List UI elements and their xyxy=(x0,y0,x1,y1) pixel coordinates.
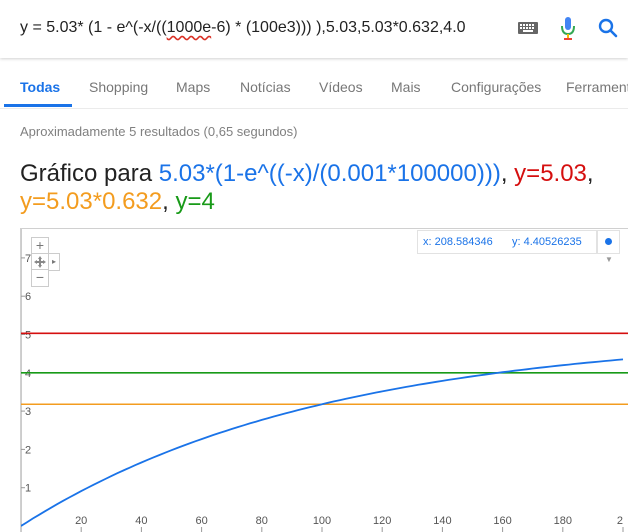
x-tick-label: 180 xyxy=(554,515,572,527)
function-plot[interactable]: 123456720 40 60 80 100 120 140 160 180 2 xyxy=(21,229,628,532)
y-tick-label: 5 xyxy=(25,330,31,342)
y-tick-label: 3 xyxy=(25,406,31,418)
query-misspelled-word: 1000e xyxy=(166,19,212,36)
graph-title-prefix: Gráfico para xyxy=(20,160,159,187)
tab-configuracoes[interactable]: Configurações xyxy=(451,79,541,95)
graph-panel[interactable]: 1 2 3 4 5 6 7 20 40 60 80 100 120 140 160 180 2 + ▸ − x:… xyxy=(20,228,628,532)
result-stats: Aproximadamente 5 resultados (0,65 segun… xyxy=(20,124,298,139)
search-bar: y = 5.03* (1 - e^(-x/((1000e-6) * (100e3… xyxy=(0,0,628,58)
tab-todas[interactable]: Todas xyxy=(20,79,60,95)
separator: , xyxy=(586,160,594,187)
tab-noticias[interactable]: Notícias xyxy=(240,79,291,95)
x-tick-label: 100 xyxy=(313,515,331,527)
y-tick-label: 2 xyxy=(25,444,31,456)
pan-more-button[interactable]: ▸ xyxy=(48,253,60,271)
chevron-down-icon[interactable]: ▼ xyxy=(605,255,613,264)
tab-mais[interactable]: Mais xyxy=(391,79,421,95)
separator: , xyxy=(162,188,176,215)
search-input[interactable]: y = 5.03* (1 - e^(-x/((1000e-6) * (100e3… xyxy=(20,19,466,37)
function-label-1[interactable]: 5.03*(1-e^((-x)/(0.001*100000))) xyxy=(159,160,501,187)
function-label-3[interactable]: y=5.03*0.632 xyxy=(20,188,162,215)
query-text-start: y = 5.03* (1 - e^(-x/(( xyxy=(20,19,167,36)
y-tick-label: 4 xyxy=(25,368,31,380)
x-readout: x: 208.584346 xyxy=(423,236,493,248)
x-tick-label: 80 xyxy=(256,515,268,527)
y-readout: y: 4.40526235 xyxy=(512,236,582,248)
tab-videos[interactable]: Vídeos xyxy=(319,79,363,95)
x-tick-label: 20 xyxy=(75,515,87,527)
y-tick-label: 1 xyxy=(25,483,31,495)
x-tick-label: 40 xyxy=(135,515,147,527)
tab-shopping[interactable]: Shopping xyxy=(89,79,148,95)
search-icon[interactable] xyxy=(596,16,620,40)
y-tick-label: 6 xyxy=(25,291,31,303)
keyboard-icon[interactable] xyxy=(516,16,540,40)
microphone-icon[interactable] xyxy=(556,16,580,40)
series-curve-1 xyxy=(21,358,624,527)
search-tabs: Todas Shopping Maps Notícias Vídeos Mais… xyxy=(0,58,628,109)
function-label-4[interactable]: y=4 xyxy=(175,188,214,215)
trace-dot-icon xyxy=(605,238,612,245)
x-tick-label: 60 xyxy=(195,515,207,527)
graph-title: Gráfico para 5.03*(1-e^((-x)/(0.001*1000… xyxy=(20,160,628,216)
coordinate-readout: x: 208.584346 y: 4.40526235 xyxy=(417,230,597,254)
tab-ferramentas[interactable]: Ferramentas xyxy=(566,79,628,95)
x-tick-label: 140 xyxy=(433,515,451,527)
x-tick-label: 2 xyxy=(617,515,623,527)
function-label-2[interactable]: y=5.03 xyxy=(514,160,587,187)
tab-maps[interactable]: Maps xyxy=(176,79,210,95)
query-text-end: -6) * (100e3))) ),5.03,5.03*0.632,4.0 xyxy=(211,19,466,36)
zoom-out-button[interactable]: − xyxy=(31,269,49,287)
x-tick-label: 120 xyxy=(373,515,391,527)
active-tab-indicator xyxy=(4,104,72,107)
separator: , xyxy=(500,160,515,187)
trace-selector[interactable] xyxy=(597,230,620,254)
x-tick-label: 160 xyxy=(493,515,511,527)
